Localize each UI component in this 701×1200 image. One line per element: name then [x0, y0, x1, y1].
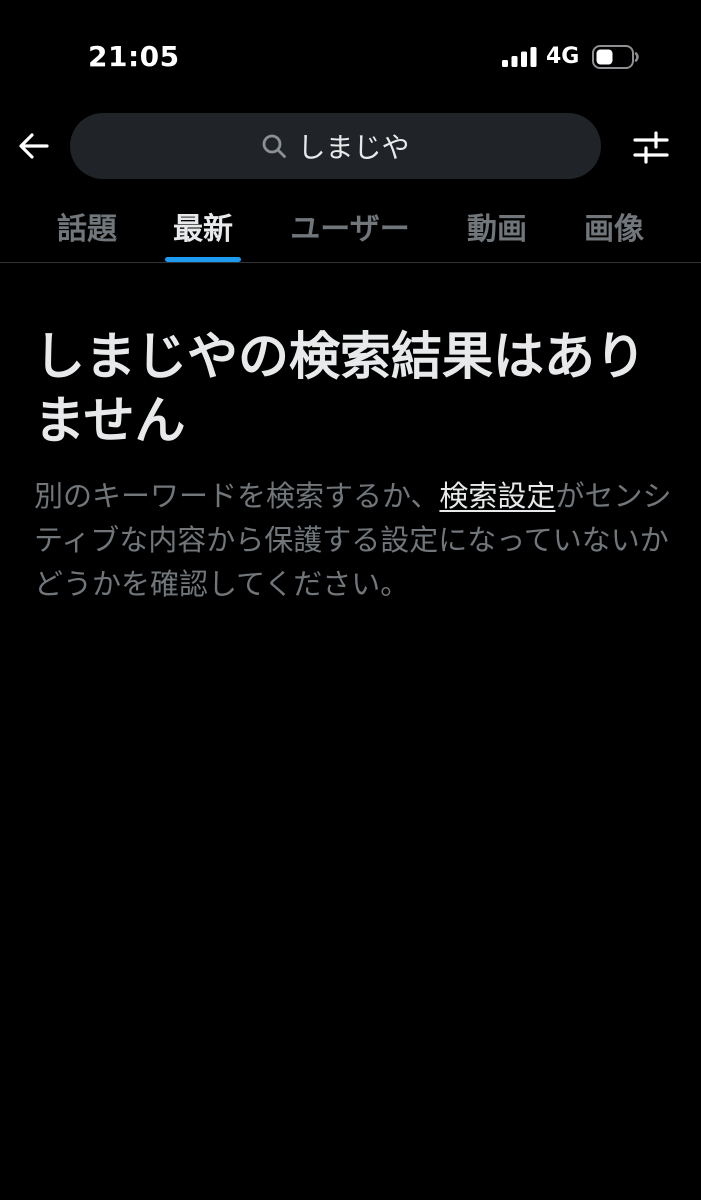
- search-query-text: しまじや: [297, 131, 410, 164]
- status-time: 21:05: [88, 40, 180, 73]
- status-bar: 21:05 4G: [0, 0, 701, 100]
- battery-icon: [592, 45, 639, 69]
- tab-videos[interactable]: 動画: [456, 190, 538, 262]
- sliders-icon: [633, 131, 669, 164]
- tab-images[interactable]: 画像: [573, 190, 655, 262]
- search-tabs: 話題 最新 ユーザー 動画 画像: [0, 190, 701, 263]
- back-button[interactable]: [14, 126, 54, 166]
- empty-state-text-before: 別のキーワードを検索するか、: [34, 479, 440, 513]
- tab-label: 動画: [467, 212, 527, 247]
- tab-latest[interactable]: 最新: [162, 190, 244, 262]
- search-filter-button[interactable]: [630, 126, 672, 168]
- empty-state-title: しまじやの検索結果はありません: [34, 328, 647, 451]
- search-settings-link[interactable]: 検索設定: [439, 479, 555, 513]
- arrow-left-icon: [19, 133, 49, 159]
- signal-icon: [502, 47, 537, 67]
- tab-label: 話題: [57, 212, 117, 247]
- tab-users[interactable]: ユーザー: [282, 190, 418, 262]
- empty-state-message: 別のキーワードを検索するか、検索設定がセンシティブな内容から保護する設定になって…: [34, 474, 674, 606]
- tab-label: 最新: [173, 212, 233, 247]
- search-icon: [263, 134, 287, 158]
- tab-trending[interactable]: 話題: [46, 190, 128, 262]
- search-input[interactable]: しまじや: [70, 113, 601, 179]
- tab-label: 画像: [584, 212, 644, 247]
- active-tab-indicator: [165, 257, 241, 262]
- network-label: 4G: [546, 44, 580, 69]
- tab-label: ユーザー: [290, 212, 410, 247]
- search-input-content: しまじや: [261, 126, 410, 166]
